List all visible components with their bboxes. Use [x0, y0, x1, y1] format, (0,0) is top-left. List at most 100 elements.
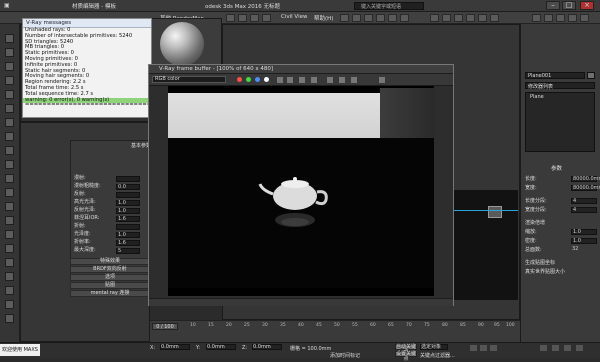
rollout-options[interactable]: 选项 [70, 274, 150, 281]
snap-icon[interactable] [340, 14, 349, 22]
rotate-icon[interactable] [250, 14, 259, 22]
tool-icon[interactable] [5, 160, 14, 169]
zoom-icon[interactable] [540, 345, 547, 351]
clear-icon[interactable] [287, 77, 293, 83]
tool-icon[interactable] [5, 104, 14, 113]
rollout-mental-ray[interactable]: mental ray 连接 [70, 290, 150, 297]
region-icon[interactable] [311, 77, 317, 83]
percent-snap-icon[interactable] [364, 14, 373, 22]
coord-x-field[interactable]: 0.0mm [160, 344, 190, 350]
tool-icon[interactable] [5, 90, 14, 99]
rollout-special-effects[interactable]: 特殊效果 [70, 258, 150, 265]
lens-effects-icon[interactable] [339, 77, 345, 83]
maximize-viewport-icon[interactable] [576, 345, 583, 351]
real-world-map-checkbox[interactable]: 真实世界贴图大小 [525, 269, 565, 275]
width-field[interactable]: 80000.0mm [571, 185, 600, 191]
alpha-channel-icon[interactable] [264, 77, 269, 82]
width-segs-field[interactable]: 4 [571, 207, 597, 213]
color-correction-icon[interactable] [351, 77, 357, 83]
select-icon[interactable] [226, 14, 235, 22]
material-sphere-preview[interactable] [160, 22, 204, 66]
next-frame-icon[interactable] [480, 345, 487, 351]
tool-icon[interactable] [5, 146, 14, 155]
align-icon[interactable] [388, 14, 397, 22]
render-setup-icon[interactable] [466, 14, 475, 22]
density-field[interactable]: 1.0 [571, 238, 597, 244]
param-value[interactable] [116, 224, 140, 230]
copy-icon[interactable] [299, 77, 305, 83]
length-field[interactable]: 80000.0mm [571, 176, 600, 182]
param-value[interactable] [116, 192, 140, 198]
tool-icon[interactable] [5, 300, 14, 309]
layer-icon[interactable] [400, 14, 409, 22]
blue-channel-icon[interactable] [255, 77, 260, 82]
search-input[interactable]: 键入关键字或短语 [354, 2, 424, 10]
pan-icon[interactable] [552, 345, 559, 351]
gen-mapping-checkbox[interactable]: 生成贴图坐标 [525, 260, 555, 266]
tool-icon[interactable] [5, 174, 14, 183]
close-button[interactable]: × [580, 1, 594, 10]
red-channel-icon[interactable] [237, 77, 242, 82]
object-name-field[interactable]: Plane001 [525, 72, 585, 79]
param-value[interactable]: 0.0 [116, 184, 140, 190]
tool-icon[interactable] [5, 132, 14, 141]
render-frame-icon[interactable] [478, 14, 487, 22]
tool-icon[interactable] [5, 188, 14, 197]
curve-editor-icon[interactable] [430, 14, 439, 22]
tool-icon[interactable] [5, 76, 14, 85]
move-icon[interactable] [238, 14, 247, 22]
maximize-button[interactable]: □ [562, 1, 576, 10]
mirror-icon[interactable] [376, 14, 385, 22]
motion-tab-icon[interactable] [568, 14, 577, 22]
coord-z-field[interactable]: 0.0mm [252, 344, 282, 350]
orbit-icon[interactable] [564, 345, 571, 351]
hierarchy-tab-icon[interactable] [556, 14, 565, 22]
tool-icon[interactable] [5, 202, 14, 211]
timeline[interactable]: 0 / 100 10 15 20 25 30 35 40 45 50 55 60… [150, 320, 520, 342]
material-editor-icon[interactable] [454, 14, 463, 22]
maxscript-listener[interactable]: 欢迎使用 MAXS [0, 344, 40, 356]
param-value[interactable]: 1.0 [116, 208, 140, 214]
param-value[interactable] [116, 176, 140, 182]
display-tab-icon[interactable] [580, 14, 589, 22]
auto-key-button[interactable]: 自动关键点 [395, 344, 417, 355]
tool-icon[interactable] [5, 34, 14, 43]
rollout-brdf[interactable]: BRDF双向反射 [70, 266, 150, 273]
tool-icon[interactable] [5, 48, 14, 57]
coord-y-field[interactable]: 0.0mm [206, 344, 236, 350]
modifier-stack[interactable]: Plane [525, 92, 595, 152]
tool-icon[interactable] [5, 244, 14, 253]
rollout-maps[interactable]: 贴图 [70, 282, 150, 289]
schematic-icon[interactable] [442, 14, 451, 22]
param-value[interactable]: 1.0 [116, 232, 140, 238]
last-frame-icon[interactable] [490, 345, 497, 351]
minimize-button[interactable]: – [546, 1, 560, 10]
param-value[interactable]: 1.6 [116, 216, 140, 222]
app-icon[interactable]: ▣ [4, 2, 10, 9]
channel-dropdown[interactable]: RGB color [152, 76, 226, 83]
render-icon[interactable] [490, 14, 499, 22]
object-color-swatch[interactable] [587, 72, 595, 79]
stack-item-plane[interactable]: Plane [530, 94, 544, 100]
angle-snap-icon[interactable] [352, 14, 361, 22]
param-value[interactable]: 5 [116, 248, 140, 254]
green-channel-icon[interactable] [246, 77, 251, 82]
tool-icon[interactable] [5, 62, 14, 71]
create-tab-icon[interactable] [532, 14, 541, 22]
time-slider[interactable]: 0 / 100 [152, 323, 178, 330]
tool-icon[interactable] [5, 286, 14, 295]
tool-icon[interactable] [5, 216, 14, 225]
menu-civil-view[interactable]: Civil View [281, 14, 307, 20]
track-mouse-icon[interactable] [379, 77, 385, 83]
tool-icon[interactable] [5, 118, 14, 127]
scale-icon[interactable] [262, 14, 271, 22]
tool-icon[interactable] [5, 314, 14, 323]
tool-icon[interactable] [5, 230, 14, 239]
history-icon[interactable] [327, 77, 333, 83]
param-value[interactable]: 1.0 [116, 200, 140, 206]
menu-help[interactable]: 帮助(H) [314, 14, 333, 22]
save-icon[interactable] [277, 77, 283, 83]
play-icon[interactable] [470, 345, 477, 351]
modify-tab-icon[interactable] [544, 14, 553, 22]
tool-icon[interactable] [5, 258, 14, 267]
